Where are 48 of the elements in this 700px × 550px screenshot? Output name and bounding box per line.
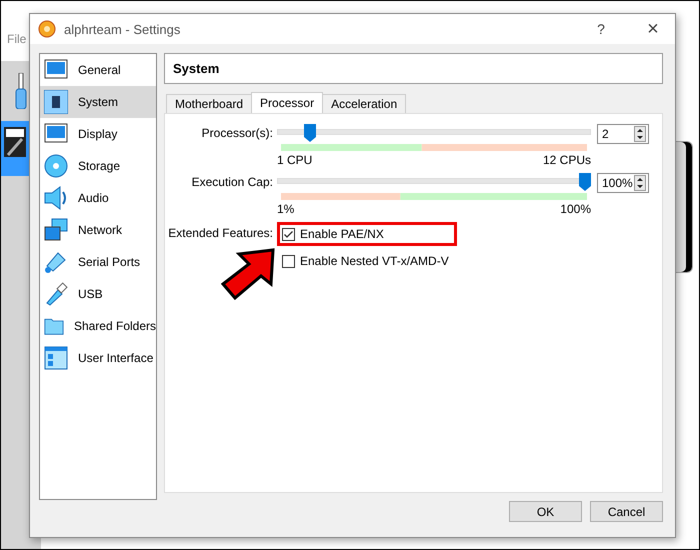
category-item[interactable]: Network <box>40 214 156 246</box>
checkbox-option[interactable]: Enable PAE/NX <box>277 222 457 246</box>
checkbox-option[interactable]: Enable Nested VT-x/AMD-V <box>277 249 457 273</box>
category-item[interactable]: Serial Ports <box>40 246 156 278</box>
tab[interactable]: Motherboard <box>166 94 252 113</box>
ok-button[interactable]: OK <box>509 501 582 522</box>
chip-icon <box>44 90 68 114</box>
spin-box[interactable]: 2 <box>597 124 649 144</box>
category-item[interactable]: Storage <box>40 150 156 182</box>
category-item[interactable]: General <box>40 54 156 86</box>
tab[interactable]: Processor <box>251 92 324 113</box>
vm-icon <box>4 127 26 157</box>
category-item[interactable]: User Interface <box>40 342 156 374</box>
category-item[interactable]: Shared Folders <box>40 310 156 342</box>
features-label: Extended Features: <box>167 225 274 240</box>
page-title: System <box>164 53 663 84</box>
min-label: 1% <box>277 202 294 216</box>
spin-arrows-icon[interactable] <box>634 175 646 191</box>
max-label: 100% <box>560 202 591 216</box>
checkbox[interactable] <box>282 254 295 268</box>
category-item[interactable]: Display <box>40 118 156 150</box>
category-item[interactable]: USB <box>40 278 156 310</box>
window-icon <box>44 346 68 370</box>
slider-label: Processor(s): <box>200 125 274 140</box>
slider[interactable] <box>277 173 591 191</box>
category-item[interactable]: Audio <box>40 182 156 214</box>
cancel-button[interactable]: Cancel <box>590 501 663 522</box>
spin-box[interactable]: 100% <box>597 173 649 193</box>
max-label: 12 CPUs <box>542 153 591 167</box>
arrow-icon <box>221 248 277 300</box>
usb-plug-icon <box>44 282 68 306</box>
window-title: alphrteam - Settings <box>64 22 180 36</box>
slider[interactable] <box>277 124 591 142</box>
slider-thumb[interactable] <box>304 124 316 142</box>
help-button[interactable]: ? <box>579 14 623 44</box>
spin-arrows-icon[interactable] <box>634 126 646 142</box>
slider-thumb[interactable] <box>579 173 591 191</box>
tab[interactable]: Acceleration <box>322 94 406 113</box>
slider-label: Execution Cap: <box>190 174 274 189</box>
category-item[interactable]: System <box>40 86 156 118</box>
disc-icon <box>44 154 68 178</box>
connector-icon <box>44 250 68 274</box>
speaker-icon <box>44 186 68 210</box>
network-icon <box>44 218 68 242</box>
checkbox[interactable] <box>282 228 295 240</box>
close-button[interactable]: × <box>631 14 675 44</box>
screwdriver-icon[interactable] <box>15 73 27 109</box>
min-label: 1 CPU <box>277 153 312 167</box>
